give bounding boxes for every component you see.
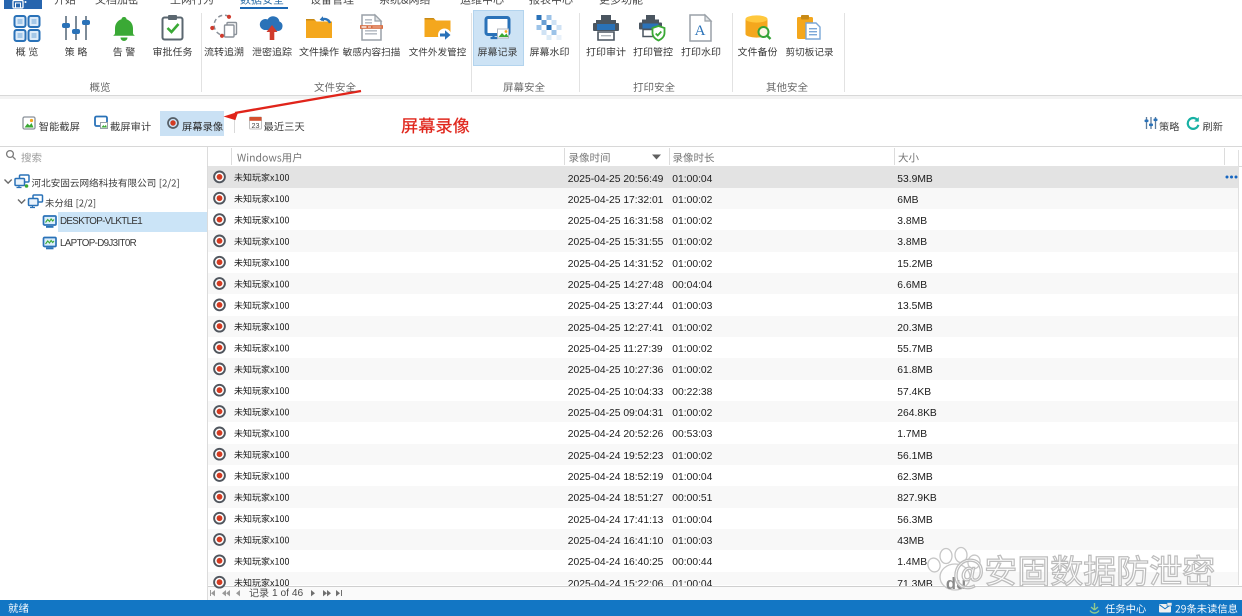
- svg-text:23: 23: [252, 121, 260, 130]
- svg-text:A: A: [695, 23, 706, 39]
